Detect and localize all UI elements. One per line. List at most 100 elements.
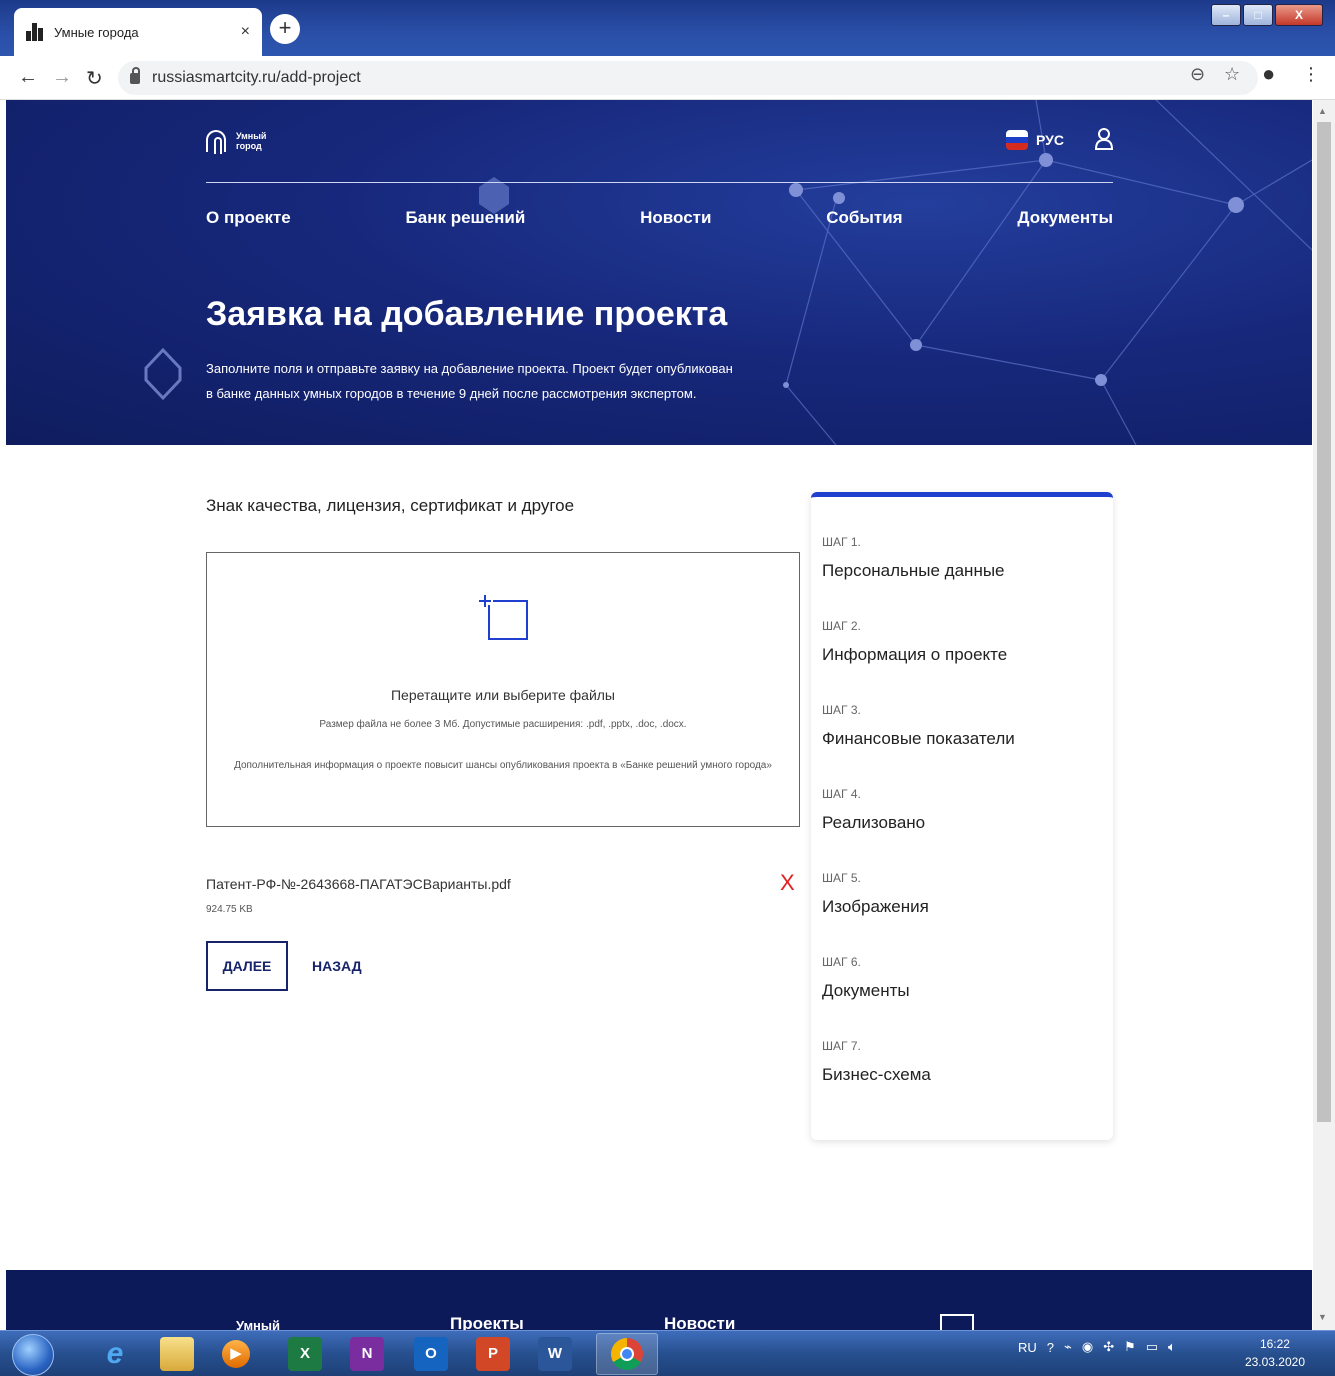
footer-social-icon[interactable] (940, 1314, 974, 1330)
start-button[interactable] (12, 1334, 54, 1376)
word-icon[interactable]: W (538, 1337, 572, 1371)
step-number: ШАГ 5. (822, 871, 861, 885)
header-divider (206, 182, 1113, 183)
step-item[interactable]: ШАГ 6. Документы (822, 955, 910, 1001)
footer-logo-text[interactable]: Умный (236, 1318, 280, 1330)
forward-arrow-icon[interactable]: → (52, 66, 72, 89)
file-explorer-icon[interactable] (160, 1337, 194, 1371)
help-icon[interactable]: ? (1047, 1340, 1054, 1355)
step-name: Финансовые показатели (822, 729, 1015, 748)
hero-banner: Умный город РУС О проекте Банк решений Н… (6, 100, 1312, 445)
chrome-taskbar-button[interactable] (596, 1333, 658, 1375)
menu-item-about[interactable]: О проекте (206, 208, 291, 228)
new-tab-button[interactable]: + (270, 14, 300, 44)
outlook-icon[interactable]: O (414, 1337, 448, 1371)
step-number: ШАГ 2. (822, 619, 861, 633)
step-name: Персональные данные (822, 561, 1005, 580)
system-tray: RU ? ⌁ ◉ ✣ ⚑ ▭ 🔈︎ (1018, 1339, 1176, 1355)
step-item[interactable]: ШАГ 3. Финансовые показатели (822, 703, 1015, 749)
page-subtitle-line-1: Заполните поля и отправьте заявку на доб… (206, 361, 733, 376)
security-icon[interactable]: ◉ (1082, 1339, 1093, 1355)
step-name: Бизнес-схема (822, 1065, 931, 1084)
reload-icon[interactable]: ↻ (86, 66, 103, 91)
flag-icon[interactable]: ⚑ (1124, 1339, 1136, 1355)
step-number: ШАГ 1. (822, 535, 861, 549)
browser-tabstrip: Умные города × + – □ X (0, 0, 1335, 56)
scroll-thumb[interactable] (1317, 122, 1331, 1122)
step-item[interactable]: ШАГ 1. Персональные данные (822, 535, 1005, 581)
media-player-icon[interactable]: ▶ (222, 1340, 250, 1368)
step-item[interactable]: ШАГ 2. Информация о проекте (822, 619, 1007, 665)
tab-close-icon[interactable]: × (241, 23, 250, 41)
footer-link-news[interactable]: Новости (664, 1314, 735, 1330)
page-subtitle-line-2: в банке данных умных городов в течение 9… (206, 386, 697, 401)
system-clock[interactable]: 16:22 23.03.2020 (1245, 1335, 1305, 1371)
main-menu: О проекте Банк решений Новости События Д… (206, 208, 1113, 228)
excel-icon[interactable]: X (288, 1337, 322, 1371)
back-button[interactable]: НАЗАД (312, 958, 362, 974)
url-text: russiasmartcity.ru/add-project (152, 69, 361, 86)
step-name: Изображения (822, 897, 929, 916)
step-number: ШАГ 3. (822, 703, 861, 717)
os-taskbar: e ▶ X N O P W RU ? ⌁ ◉ ✣ ⚑ ▭ 🔈︎ 16:22 23… (0, 1330, 1335, 1376)
browser-tab[interactable]: Умные города × (14, 8, 262, 56)
footer-link-projects[interactable]: Проекты (450, 1314, 524, 1330)
menu-item-events[interactable]: События (826, 208, 902, 228)
powerpoint-icon[interactable]: P (476, 1337, 510, 1371)
input-language[interactable]: RU (1018, 1340, 1037, 1355)
menu-item-news[interactable]: Новости (640, 208, 711, 228)
site-logo[interactable]: Умный город (206, 130, 276, 154)
step-name: Реализовано (822, 813, 926, 832)
clock-time: 16:22 (1259, 1337, 1290, 1351)
steps-panel: ШАГ 1. Персональные данные ШАГ 2. Информ… (811, 492, 1113, 1140)
address-bar: ← → ↻ russiasmartcity.ru/add-project ⊖ ☆… (0, 56, 1335, 100)
dropzone-title: Перетащите или выберите файлы (390, 687, 615, 703)
maximize-button[interactable]: □ (1243, 4, 1273, 26)
step-item[interactable]: ШАГ 7. Бизнес-схема (822, 1039, 931, 1085)
dropzone-file-rules: Размер файла не более 3 Мб. Допустимые р… (319, 719, 687, 730)
step-number: ШАГ 4. (822, 787, 861, 801)
russian-flag-icon (1006, 130, 1028, 150)
dropzone-hint: Дополнительная информация о проекте повы… (234, 760, 772, 771)
bookmark-star-icon[interactable]: ☆ (1224, 64, 1240, 85)
scroll-up-icon[interactable]: ▲ (1318, 106, 1327, 116)
profile-icon[interactable]: ● (1262, 61, 1275, 87)
scroll-down-icon[interactable]: ▼ (1318, 1312, 1327, 1322)
user-icon[interactable] (1094, 128, 1114, 150)
url-field[interactable]: russiasmartcity.ru/add-project (118, 61, 1258, 95)
section-title: Знак качества, лицензия, сертификат и др… (206, 496, 575, 515)
next-button[interactable]: ДАЛЕЕ (206, 941, 288, 991)
internet-explorer-icon[interactable]: e (98, 1337, 132, 1371)
zoom-icon[interactable]: ⊖ (1190, 64, 1205, 85)
site-footer: Умный Проекты Новости (6, 1270, 1312, 1330)
uploaded-file-name: Патент-РФ-№-2643668-ПАГАТЭСВарианты.pdf (206, 876, 511, 892)
onenote-icon[interactable]: N (350, 1337, 384, 1371)
window-controls: – □ X (1211, 4, 1323, 26)
step-item[interactable]: ШАГ 4. Реализовано (822, 787, 925, 833)
language-label: РУС (1036, 132, 1064, 148)
menu-item-solutions-bank[interactable]: Банк решений (406, 208, 526, 228)
page-scrollbar[interactable]: ▲ ▼ (1313, 100, 1335, 1330)
volume-icon[interactable]: 🔈︎ (1168, 1339, 1176, 1355)
step-number: ШАГ 6. (822, 955, 861, 969)
step-item[interactable]: ШАГ 5. Изображения (822, 871, 929, 917)
minimize-button[interactable]: – (1211, 4, 1241, 26)
close-window-button[interactable]: X (1275, 4, 1323, 26)
language-switch[interactable]: РУС (1006, 130, 1064, 150)
tray-app-icon[interactable]: ✣ (1103, 1339, 1114, 1355)
tab-title: Умные города (54, 24, 139, 40)
file-dropzone[interactable]: Перетащите или выберите файлы Размер фай… (206, 552, 800, 827)
clock-date: 23.03.2020 (1244, 1355, 1305, 1369)
remove-file-icon[interactable]: X (780, 872, 795, 894)
add-file-icon (479, 595, 528, 640)
page-title: Заявка на добавление проекта (206, 295, 728, 333)
menu-item-documents[interactable]: Документы (1017, 208, 1113, 228)
network-icon[interactable]: ⌁ (1064, 1339, 1072, 1355)
back-arrow-icon[interactable]: ← (18, 66, 38, 89)
lock-icon (130, 66, 140, 84)
monitor-icon[interactable]: ▭ (1146, 1339, 1158, 1355)
menu-dots-icon[interactable]: ⋮ (1302, 64, 1320, 85)
logo-text: Умный город (236, 131, 267, 151)
logo-icon (206, 130, 226, 154)
chrome-icon (611, 1338, 643, 1370)
